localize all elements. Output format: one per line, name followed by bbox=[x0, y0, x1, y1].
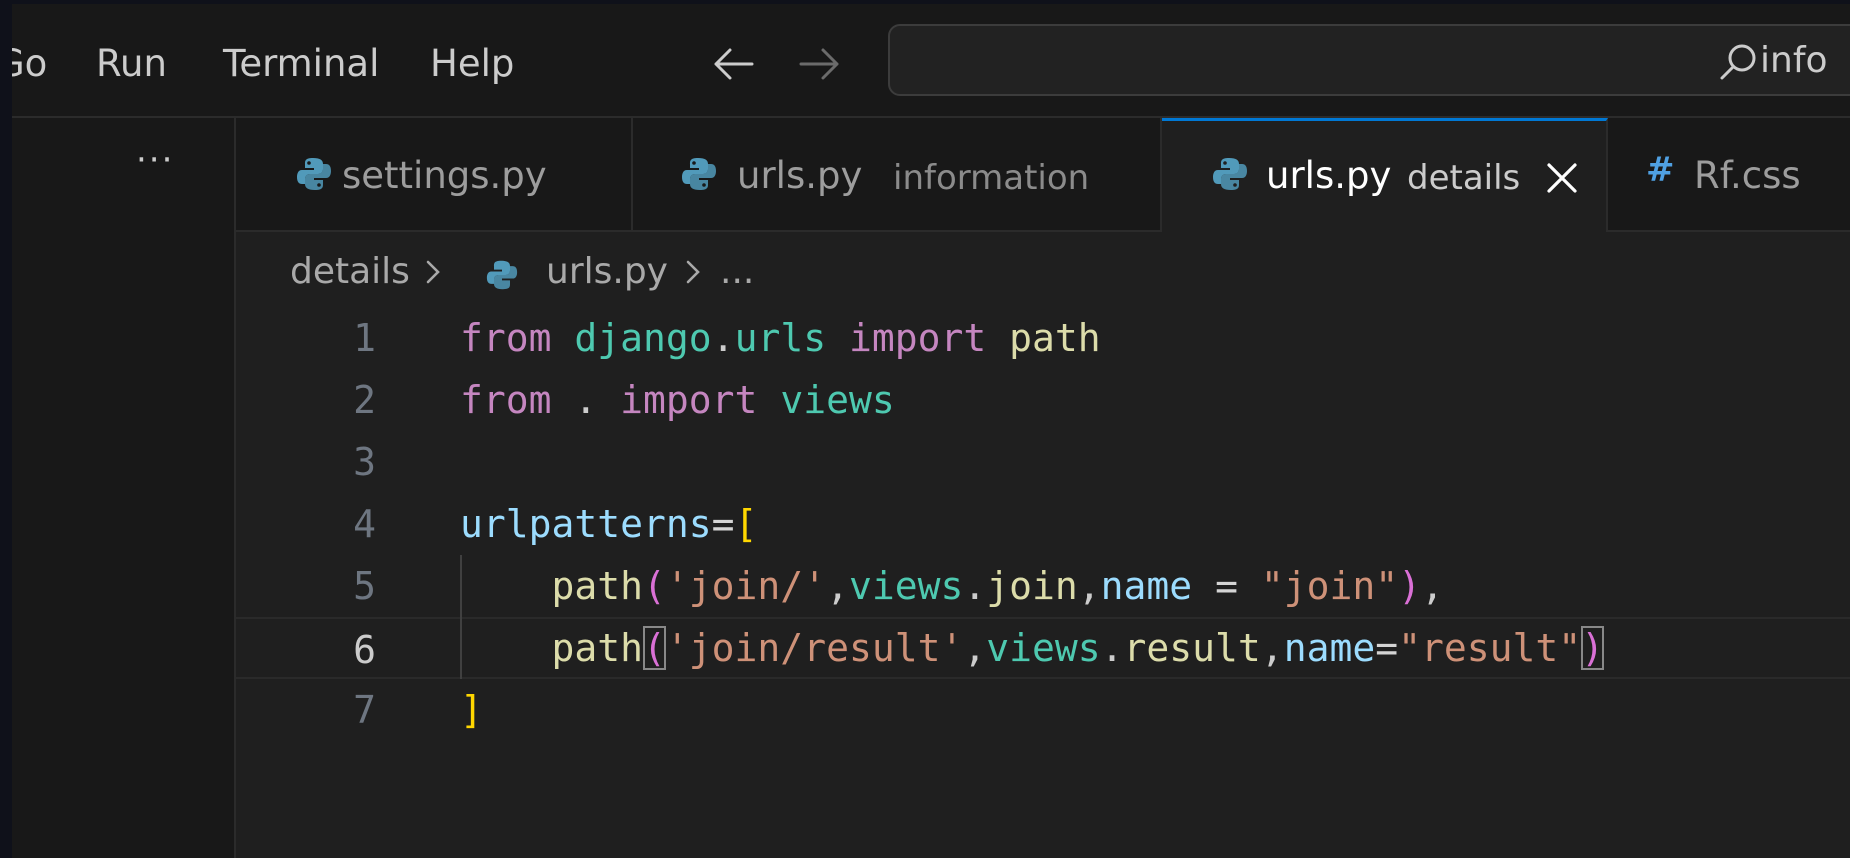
line-number: 4 bbox=[353, 502, 376, 546]
tab-label: Rf.css bbox=[1694, 154, 1801, 197]
line-number: 7 bbox=[353, 688, 376, 732]
python-icon bbox=[297, 158, 331, 190]
code-text: urlpatterns=[ bbox=[460, 502, 758, 546]
code-line-current[interactable]: 6 path('join/result',views.result,name="… bbox=[236, 617, 1850, 679]
sidebar: ··· bbox=[12, 118, 236, 858]
menu-terminal[interactable]: Terminal bbox=[223, 38, 379, 90]
code-line[interactable]: 4 urlpatterns=[ bbox=[236, 493, 1850, 555]
code-editor[interactable]: 1 from django.urls import path 2 from . … bbox=[236, 304, 1850, 858]
tab-settings-py[interactable]: settings.py bbox=[236, 118, 633, 230]
breadcrumb-file[interactable]: urls.py bbox=[546, 248, 668, 296]
menu-go[interactable]: Go bbox=[12, 38, 47, 90]
code-line[interactable]: 1 from django.urls import path bbox=[236, 307, 1850, 369]
code-text: path('join/result',views.result,name="re… bbox=[551, 626, 1605, 670]
command-center-text: info bbox=[1760, 40, 1828, 81]
tab-rf-css[interactable]: # Rf.css bbox=[1608, 118, 1850, 230]
title-bar: Go Run Terminal Help info bbox=[12, 4, 1850, 118]
tab-label: settings.py bbox=[342, 154, 547, 197]
line-number: 2 bbox=[353, 378, 376, 422]
breadcrumb-symbol[interactable]: ... bbox=[720, 248, 754, 296]
breadcrumb-folder[interactable]: details bbox=[290, 248, 410, 296]
line-number: 5 bbox=[353, 564, 376, 608]
tab-description: details bbox=[1407, 158, 1521, 198]
line-number: 1 bbox=[353, 316, 376, 360]
tab-label: urls.py bbox=[1266, 154, 1392, 197]
python-icon bbox=[1213, 158, 1247, 190]
code-line[interactable]: 3 bbox=[236, 431, 1850, 493]
chevron-right-icon bbox=[422, 248, 446, 309]
editor-tab-bar: settings.py urls.py information urls.py … bbox=[236, 118, 1850, 232]
more-actions-icon[interactable]: ··· bbox=[136, 140, 174, 180]
command-center-search[interactable]: info bbox=[888, 24, 1850, 96]
code-line[interactable]: 7 ] bbox=[236, 679, 1850, 741]
arrow-right-icon[interactable] bbox=[797, 44, 843, 84]
code-line[interactable]: 5 path('join/',views.join,name = "join")… bbox=[236, 555, 1850, 617]
code-text: from . import views bbox=[460, 378, 895, 422]
code-text: from django.urls import path bbox=[460, 316, 1101, 360]
python-icon bbox=[486, 256, 518, 304]
chevron-right-icon bbox=[682, 248, 706, 309]
search-icon bbox=[1720, 44, 1756, 80]
python-icon bbox=[682, 158, 716, 190]
tab-label: urls.py bbox=[737, 154, 863, 197]
code-text: ] bbox=[460, 688, 483, 732]
arrow-left-icon[interactable] bbox=[710, 44, 756, 84]
code-text: path('join/',views.join,name = "join"), bbox=[551, 564, 1444, 608]
close-icon[interactable] bbox=[1545, 161, 1579, 195]
menu-run[interactable]: Run bbox=[96, 38, 167, 90]
tab-urls-py-information[interactable]: urls.py information bbox=[633, 118, 1162, 230]
line-number: 3 bbox=[353, 440, 376, 484]
tab-description: information bbox=[893, 158, 1090, 198]
line-number: 6 bbox=[353, 628, 376, 672]
menu-help[interactable]: Help bbox=[430, 38, 514, 90]
vscode-window: Go Run Terminal Help info ··· bbox=[12, 4, 1850, 858]
css-hash-icon: # bbox=[1646, 150, 1675, 190]
code-line[interactable]: 2 from . import views bbox=[236, 369, 1850, 431]
tab-urls-py-details[interactable]: urls.py details bbox=[1162, 118, 1608, 232]
